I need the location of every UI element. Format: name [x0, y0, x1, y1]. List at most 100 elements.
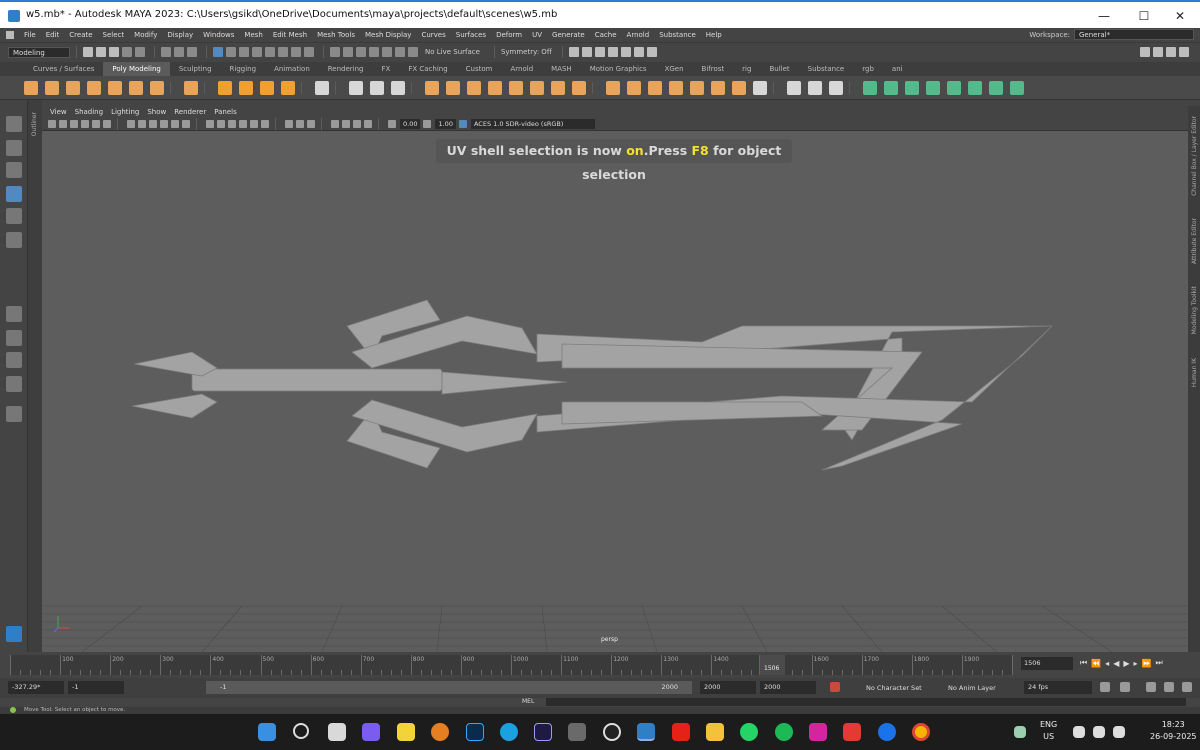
xray-icon[interactable] — [342, 120, 350, 128]
two-view-layout-icon[interactable] — [6, 352, 22, 368]
shelf-tab-arnold[interactable]: Arnold — [502, 62, 543, 76]
multi-cut-icon[interactable] — [787, 80, 801, 95]
input-language[interactable]: ENG US — [1040, 719, 1057, 743]
append-icon[interactable] — [669, 80, 683, 95]
bridge-icon[interactable] — [627, 80, 641, 95]
shadows-icon[interactable] — [261, 120, 269, 128]
shelf-tab-fx-caching[interactable]: FX Caching — [399, 62, 456, 76]
select-hierarchy-icon[interactable] — [161, 47, 171, 57]
modeling-toolkit-toggle-icon[interactable] — [1140, 47, 1150, 57]
super-shape-icon[interactable] — [218, 80, 232, 95]
whatsapp-icon[interactable] — [740, 723, 758, 741]
single-perspective-view-icon[interactable] — [6, 306, 22, 322]
poly-cylinder-icon[interactable] — [66, 80, 80, 95]
undo-icon[interactable] — [122, 47, 132, 57]
remesh-icon[interactable] — [551, 80, 565, 95]
four-view-layout-icon[interactable] — [6, 330, 22, 346]
snap-point-icon[interactable] — [356, 47, 366, 57]
snap-vertex-icon[interactable] — [395, 47, 405, 57]
symmetry-label[interactable]: Symmetry: Off — [501, 48, 552, 56]
reduce-icon[interactable] — [530, 80, 544, 95]
current-value-field[interactable]: -327.29* — [8, 681, 64, 694]
fill-hole-icon[interactable] — [690, 80, 704, 95]
save-scene-icon[interactable] — [109, 47, 119, 57]
poly-torus-icon[interactable] — [108, 80, 122, 95]
lasso-tool-icon[interactable] — [6, 140, 22, 156]
shelf-tab-bullet[interactable]: Bullet — [760, 62, 798, 76]
face-mask-icon[interactable] — [252, 47, 262, 57]
shelf-tab-motion-graphics[interactable]: Motion Graphics — [581, 62, 656, 76]
outliner-label[interactable]: Outliner — [31, 112, 38, 136]
resolution-gate-icon[interactable] — [149, 120, 157, 128]
menu-generate[interactable]: Generate — [552, 31, 585, 39]
menu-mesh-display[interactable]: Mesh Display — [365, 31, 411, 39]
smooth-shade-icon[interactable] — [217, 120, 225, 128]
modeling-toolkit-tab[interactable]: Modeling Toolkit — [1191, 286, 1198, 334]
vertex-mask-icon[interactable] — [226, 47, 236, 57]
animation-prefs-icon[interactable] — [1182, 682, 1192, 692]
select-component-icon[interactable] — [187, 47, 197, 57]
uv-mask-icon[interactable] — [265, 47, 275, 57]
minimize-button[interactable]: — — [1084, 6, 1124, 26]
shelf-tab-xgen[interactable]: XGen — [656, 62, 693, 76]
attribute-editor-toggle-icon[interactable] — [1153, 47, 1163, 57]
scale-tool-icon[interactable] — [6, 232, 22, 248]
uv-editor-icon[interactable] — [370, 80, 384, 95]
attribute-editor-tab[interactable]: Attribute Editor — [1191, 218, 1198, 264]
auto-uv-icon[interactable] — [391, 80, 405, 95]
viewport-menu-shading[interactable]: Shading — [75, 108, 103, 116]
spotify-icon[interactable] — [775, 723, 793, 741]
extrude-icon[interactable] — [606, 80, 620, 95]
combine-icon[interactable] — [425, 80, 439, 95]
mash-icon[interactable] — [315, 80, 329, 95]
shelf-tab-bifrost[interactable]: Bifrost — [693, 62, 734, 76]
menu-set-select[interactable]: Modeling — [8, 46, 70, 58]
snap-surface-icon[interactable] — [382, 47, 392, 57]
uv-straighten-icon[interactable] — [989, 80, 1003, 95]
viewport-menu-panels[interactable]: Panels — [214, 108, 237, 116]
time-slider[interactable]: 100 200 300 400 500 600 700 800 900 1000 1100 1200 1… — [10, 655, 1013, 675]
menu-help[interactable]: Help — [706, 31, 722, 39]
fps-select[interactable]: 24 fps — [1024, 681, 1092, 694]
play-forwards-icon[interactable]: ▶ — [1123, 659, 1129, 668]
menu-cache[interactable]: Cache — [595, 31, 617, 39]
step-back-frame-icon[interactable]: ◂ — [1105, 659, 1109, 668]
uv-planar-icon[interactable] — [947, 80, 961, 95]
tool-settings-toggle-icon[interactable] — [1166, 47, 1176, 57]
menu-windows[interactable]: Windows — [203, 31, 234, 39]
type-tool-icon[interactable] — [260, 80, 274, 95]
film-gate-icon[interactable] — [138, 120, 146, 128]
pick-mask-icon[interactable] — [213, 47, 223, 57]
wireframe-on-shaded-icon[interactable] — [228, 120, 236, 128]
shelf-tab-animation[interactable]: Animation — [265, 62, 319, 76]
screen-space-ao-icon[interactable] — [285, 120, 293, 128]
search-icon[interactable] — [6, 406, 22, 422]
grid-toggle-icon[interactable] — [127, 120, 135, 128]
svg-tool-icon[interactable] — [281, 80, 295, 95]
xray-joints-icon[interactable] — [353, 120, 361, 128]
wireframe-icon[interactable] — [206, 120, 214, 128]
edge-mask-icon[interactable] — [239, 47, 249, 57]
obs-icon[interactable] — [603, 723, 621, 741]
menu-display[interactable]: Display — [167, 31, 193, 39]
shelf-tab-rig[interactable]: rig — [733, 62, 760, 76]
target-weld-icon[interactable] — [349, 80, 363, 95]
exposure-field[interactable]: 0.00 — [400, 119, 421, 129]
menu-arnold[interactable]: Arnold — [627, 31, 650, 39]
move-tool-icon[interactable] — [6, 186, 22, 202]
grease-pencil-icon[interactable] — [103, 120, 111, 128]
tray-chevron-icon[interactable] — [990, 727, 1000, 737]
location-icon[interactable] — [1014, 726, 1026, 738]
insert-edge-loop-icon[interactable] — [808, 80, 822, 95]
textured-icon[interactable] — [239, 120, 247, 128]
perspective-viewport[interactable] — [42, 106, 1188, 652]
safe-action-icon[interactable] — [182, 120, 190, 128]
play-backwards-icon[interactable]: ◀ — [1113, 659, 1119, 668]
viewport-menu-show[interactable]: Show — [147, 108, 166, 116]
viewport-menu-lighting[interactable]: Lighting — [111, 108, 139, 116]
menu-modify[interactable]: Modify — [134, 31, 157, 39]
menu-edit-mesh[interactable]: Edit Mesh — [273, 31, 307, 39]
bevel-icon[interactable] — [648, 80, 662, 95]
isolate-select-icon[interactable] — [331, 120, 339, 128]
uv-cut-icon[interactable] — [905, 80, 919, 95]
